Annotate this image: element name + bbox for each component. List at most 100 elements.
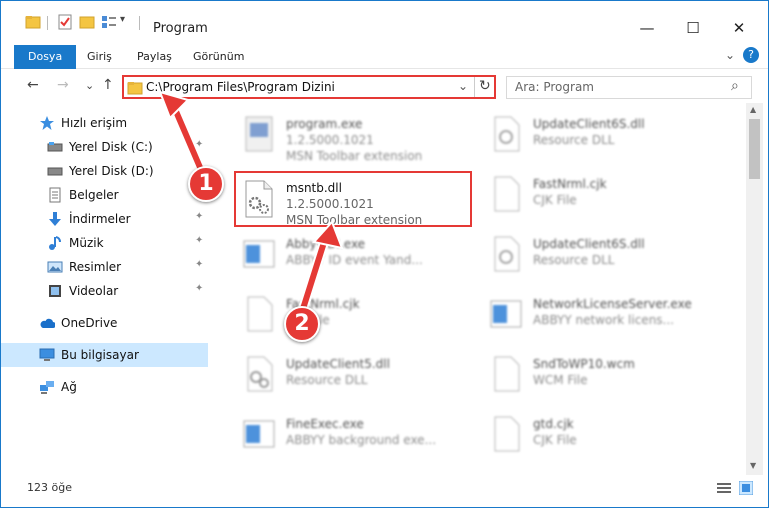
file-detail: Resource DLL — [533, 253, 615, 267]
video-icon — [49, 285, 61, 297]
details-view-icon[interactable] — [717, 482, 731, 494]
sidebar-item-documents[interactable]: Belgeler ✦ — [1, 183, 208, 207]
maximize-icon: ☐ — [686, 19, 700, 37]
vertical-scrollbar[interactable]: ▲ ▼ — [746, 103, 763, 475]
sidebar-item-videos[interactable]: Videolar ✦ — [1, 279, 208, 303]
view-icon[interactable] — [101, 14, 117, 30]
refresh-icon[interactable]: ↻ — [479, 78, 491, 94]
address-bar[interactable]: C:\Program Files\Program Dizini ⌄ ↻ — [122, 75, 496, 99]
file-detail: Resource DLL — [286, 373, 368, 387]
download-icon — [49, 212, 61, 226]
sidebar-item-label: Resimler — [69, 260, 122, 274]
list-item[interactable]: NetworkLicenseServer.exe ABBYY network l… — [483, 289, 728, 345]
file-detail: 1.2.5000.1021 — [286, 197, 374, 211]
pin-icon[interactable]: ✦ — [195, 139, 203, 150]
exe-icon — [245, 116, 273, 152]
dll-icon — [494, 236, 520, 272]
tab-view[interactable]: Görünüm — [183, 45, 254, 69]
sidebar-item-disk-c[interactable]: Yerel Disk (C:) ✦ — [1, 135, 208, 159]
app-icon — [490, 300, 522, 328]
status-bar: 123 öğe — [1, 477, 768, 499]
sidebar-item-label: Videolar — [69, 284, 119, 298]
sidebar-item-label: Hızlı erişim — [61, 116, 128, 130]
forward-icon[interactable]: → — [57, 77, 69, 93]
address-dropdown-icon[interactable]: ⌄ — [458, 79, 468, 93]
help-icon[interactable]: ? — [743, 47, 759, 63]
drive-icon — [47, 167, 63, 176]
file-name: msntb.dll — [286, 181, 342, 195]
sidebar-item-label: Yerel Disk (C:) — [69, 140, 153, 154]
sidebar-item-quick-access[interactable]: Hızlı erişim — [1, 111, 208, 135]
ribbon-expand-icon[interactable]: ⌄ — [725, 48, 735, 62]
close-button[interactable]: ✕ — [716, 13, 762, 43]
title-bar: ▾ Program — ☐ ✕ — [1, 1, 768, 41]
sidebar-item-downloads[interactable]: İndirmeler ✦ — [1, 207, 208, 231]
pin-icon[interactable]: ✦ — [195, 283, 203, 294]
sidebar-item-network[interactable]: Ağ — [1, 375, 208, 399]
search-input[interactable]: Ara: Program — [515, 80, 594, 94]
file-detail: 1.2.5000.1021 — [286, 133, 374, 147]
file-name: gtd.cjk — [533, 417, 574, 431]
app-icon — [243, 420, 275, 448]
close-icon: ✕ — [732, 19, 746, 37]
file-name: AbbyyIDI.exe — [286, 237, 366, 251]
tab-file[interactable]: Dosya — [14, 45, 77, 69]
file-detail: WCM File — [533, 373, 588, 387]
sidebar-item-label: Ağ — [61, 380, 77, 394]
pin-icon[interactable]: ✦ — [195, 211, 203, 222]
recent-locations-icon[interactable]: ⌄ — [85, 79, 94, 92]
list-item[interactable]: gtd.cjk CJK File — [483, 409, 728, 465]
list-item[interactable]: FineExec.exe ABBYY background exe... — [236, 409, 481, 465]
up-icon[interactable]: ↑ — [102, 77, 114, 93]
sidebar-item-disk-d[interactable]: Yerel Disk (D:) ✦ — [1, 159, 208, 183]
dll-gear-icon — [245, 180, 273, 218]
list-item[interactable]: FastNrml.cjk CJK File — [236, 289, 481, 345]
minimize-button[interactable]: — — [624, 13, 670, 43]
pin-icon[interactable]: ✦ — [195, 259, 203, 270]
list-item[interactable]: UpdateClient6S.dll Resource DLL — [483, 229, 728, 285]
list-item[interactable]: SndToWP10.wcm WCM File — [483, 349, 728, 405]
file-name: program.exe — [286, 117, 363, 131]
list-item[interactable]: UpdateClient5.dll Resource DLL — [236, 349, 481, 405]
title-separator — [47, 16, 48, 30]
properties-icon[interactable] — [57, 14, 73, 30]
file-detail: CJK File — [533, 193, 577, 207]
scroll-thumb[interactable] — [749, 119, 760, 179]
customize-qat-icon[interactable]: ▾ — [120, 14, 125, 30]
folder-icon[interactable] — [25, 14, 41, 30]
tab-share[interactable]: Paylaş — [127, 45, 182, 69]
back-icon[interactable]: ← — [27, 77, 39, 93]
address-path[interactable]: C:\Program Files\Program Dizini — [146, 80, 335, 94]
list-item[interactable]: UpdateClient6S.dll Resource DLL — [483, 109, 728, 165]
file-name: UpdateClient6S.dll — [533, 237, 645, 251]
file-detail: Resource DLL — [533, 133, 615, 147]
maximize-button[interactable]: ☐ — [670, 13, 716, 43]
file-description: MSN Toolbar extension — [286, 213, 423, 227]
file-detail: ABBYY ID event Yand... — [286, 253, 423, 267]
file-detail: CJK File — [533, 433, 577, 447]
list-item[interactable]: FastNrml.cjk CJK File — [483, 169, 728, 225]
minimize-icon: — — [639, 19, 655, 37]
large-icons-view-icon[interactable] — [739, 481, 753, 495]
sidebar-item-label: OneDrive — [61, 316, 118, 330]
dll-icon — [494, 116, 520, 152]
documents-icon — [49, 187, 61, 203]
scroll-down-icon[interactable]: ▼ — [750, 461, 756, 470]
pin-icon[interactable]: ✦ — [195, 235, 203, 246]
music-icon — [49, 236, 61, 250]
app-icon — [243, 240, 275, 268]
scroll-up-icon[interactable]: ▲ — [750, 105, 756, 114]
file-name: SndToWP10.wcm — [533, 357, 635, 371]
title-separator — [139, 16, 140, 30]
sidebar-item-pictures[interactable]: Resimler ✦ — [1, 255, 208, 279]
list-item[interactable]: AbbyyIDI.exe ABBYY ID event Yand... — [236, 229, 481, 285]
tab-home[interactable]: Giriş — [77, 45, 122, 69]
sidebar-item-music[interactable]: Müzik ✦ — [1, 231, 208, 255]
sidebar-item-this-pc[interactable]: Bu bilgisayar — [1, 343, 208, 367]
list-item[interactable]: program.exe 1.2.5000.1021 MSN Toolbar ex… — [236, 109, 481, 165]
sidebar-item-onedrive[interactable]: OneDrive — [1, 311, 208, 335]
msntb-dll-file[interactable]: msntb.dll 1.2.5000.1021 MSN Toolbar exte… — [234, 171, 472, 227]
search-box[interactable]: Ara: Program ⌕ — [506, 76, 752, 99]
network-icon — [40, 381, 54, 394]
new-folder-icon[interactable] — [79, 14, 95, 30]
